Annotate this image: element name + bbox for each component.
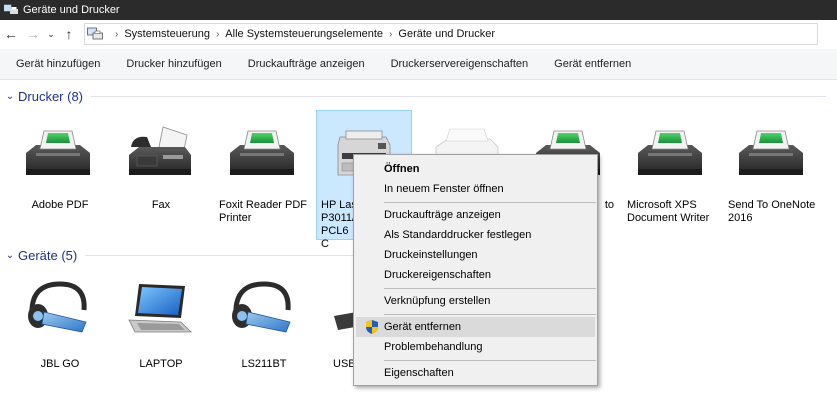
command-bar: Gerät hinzufügen Drucker hinzufügen Druc…: [0, 49, 837, 80]
menu-item-create-shortcut[interactable]: Verknüpfung erstellen: [356, 291, 595, 311]
group-title-devices: Geräte (5): [18, 247, 78, 263]
breadcrumb-alle-elemente[interactable]: Alle Systemsteuerungselemente: [225, 28, 383, 40]
printer-icon: [739, 130, 803, 175]
printer-label: Microsoft XPS Document Writer: [627, 199, 710, 224]
back-button[interactable]: ←: [0, 23, 22, 45]
breadcrumb-geraete-drucker[interactable]: Geräte und Drucker: [398, 28, 495, 40]
menu-item-printing-preferences[interactable]: Druckeinstellungen: [356, 245, 595, 265]
breadcrumb-systemsteuerung[interactable]: Systemsteuerung: [124, 28, 210, 40]
menu-item-open[interactable]: Öffnen: [356, 159, 595, 179]
menu-item-troubleshoot[interactable]: Problembehandlung: [356, 337, 595, 357]
navigation-bar: ← → ⌄ ↑ › Systemsteuerung › Alle Systems…: [0, 20, 837, 48]
chevron-down-icon[interactable]: ⌄: [0, 91, 16, 102]
fax-icon: [129, 126, 191, 175]
menu-item-remove-device[interactable]: Gerät entfernen: [356, 317, 595, 337]
printer-tile-xps[interactable]: Microsoft XPS Document Writer: [622, 110, 718, 240]
printer-label: Fax: [151, 199, 171, 211]
menu-item-properties[interactable]: Eigenschaften: [356, 363, 595, 383]
device-tile-jbl-go[interactable]: JBL GO: [10, 270, 106, 380]
printer-tile-onenote[interactable]: Send To OneNote 2016: [723, 110, 819, 240]
printer-label: Send To OneNote 2016: [728, 199, 816, 224]
add-printer-button[interactable]: Drucker hinzufügen: [113, 52, 234, 76]
up-button[interactable]: ↑: [58, 23, 80, 45]
printer-icon: [230, 130, 294, 175]
menu-item-set-default[interactable]: Als Standarddrucker festlegen: [356, 225, 595, 245]
menu-separator: [384, 288, 596, 289]
chevron-down-icon[interactable]: ⌄: [0, 250, 16, 261]
printer-label: Adobe PDF: [31, 199, 89, 211]
devices-printers-icon: [4, 4, 18, 14]
menu-separator: [384, 360, 596, 361]
device-tile-laptop[interactable]: LAPTOP: [111, 270, 207, 380]
printer-label: Foxit Reader PDF Printer: [219, 199, 308, 224]
breadcrumb-separator: ›: [389, 28, 393, 40]
address-bar[interactable]: › Systemsteuerung › Alle Systemsteuerung…: [84, 23, 818, 45]
menu-item-see-print-jobs[interactable]: Druckaufträge anzeigen: [356, 205, 595, 225]
device-label: LS211BT: [241, 358, 287, 370]
title-bar: Geräte und Drucker: [0, 0, 837, 20]
breadcrumb-separator: ›: [115, 28, 119, 40]
add-device-button[interactable]: Gerät hinzufügen: [3, 52, 113, 76]
group-header-printers[interactable]: ⌄ Drucker (8): [0, 87, 837, 105]
printer-tile-fax[interactable]: Fax: [111, 110, 207, 240]
device-tile-ls211bt[interactable]: LS211BT: [214, 270, 310, 380]
menu-separator: [384, 314, 596, 315]
print-server-properties-button[interactable]: Druckerservereigenschaften: [378, 52, 542, 76]
group-divider: [85, 254, 358, 256]
headset-icon: [28, 281, 87, 333]
menu-item-open-new-window[interactable]: In neuem Fenster öffnen: [356, 179, 595, 199]
group-divider: [91, 95, 827, 97]
group-title-printers: Drucker (8): [18, 88, 84, 104]
see-print-jobs-button[interactable]: Druckaufträge anzeigen: [235, 52, 378, 76]
remove-device-button[interactable]: Gerät entfernen: [541, 52, 644, 76]
forward-button[interactable]: →: [22, 23, 44, 45]
printer-tile-adobe-pdf[interactable]: Adobe PDF: [10, 110, 106, 240]
control-panel-icon: [87, 27, 103, 40]
breadcrumb-separator: ›: [215, 28, 220, 40]
recent-locations-button[interactable]: ⌄: [44, 23, 58, 45]
menu-separator: [384, 202, 596, 203]
headset-icon: [232, 281, 291, 333]
printer-tile-foxit[interactable]: Foxit Reader PDF Printer: [214, 110, 310, 240]
printer-icon: [26, 130, 90, 175]
device-label: LAPTOP: [139, 358, 183, 370]
printer-icon: [638, 130, 702, 175]
uac-shield-icon: [366, 320, 378, 334]
menu-item-label: Gerät entfernen: [384, 321, 462, 333]
laptop-icon: [128, 284, 192, 333]
window-title: Geräte und Drucker: [23, 4, 120, 16]
menu-item-printer-properties[interactable]: Druckereigenschaften: [356, 265, 595, 285]
device-label: JBL GO: [40, 358, 80, 370]
context-menu: Öffnen In neuem Fenster öffnen Druckauft…: [353, 154, 598, 386]
